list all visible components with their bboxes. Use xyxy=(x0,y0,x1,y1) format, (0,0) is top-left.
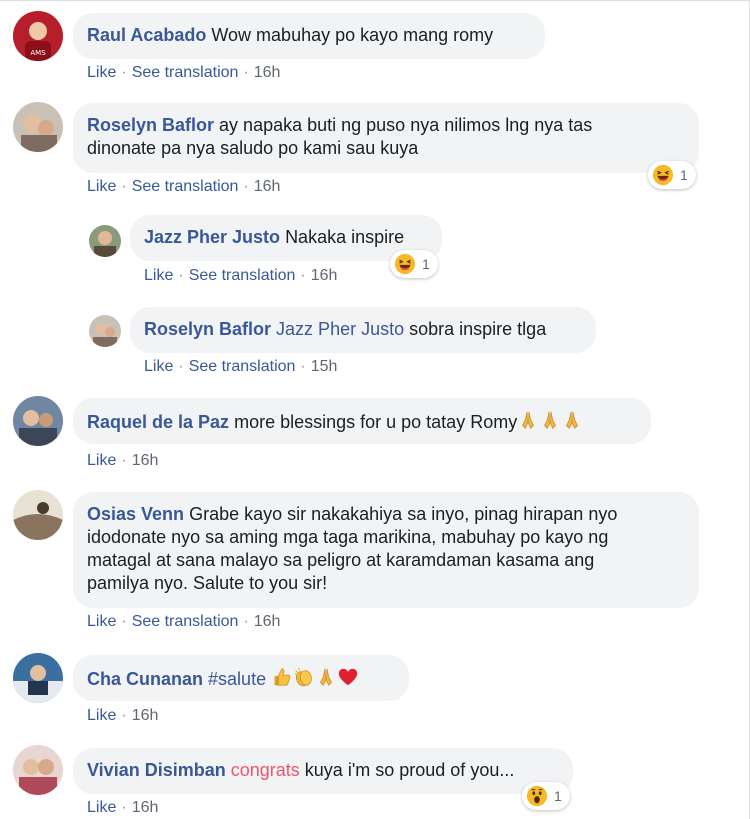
like-button[interactable]: Like xyxy=(87,178,116,195)
comment-timestamp[interactable]: 16h xyxy=(311,267,338,284)
comment-author[interactable]: Roselyn Baflor xyxy=(87,115,214,135)
separator: · xyxy=(243,64,249,81)
like-button[interactable]: Like xyxy=(87,452,116,469)
comment-text: pamilya nyo. Salute to you sir! xyxy=(87,573,328,593)
comment-author[interactable]: Jazz Pher Justo xyxy=(144,227,280,247)
reaction-badge[interactable]: 1 xyxy=(648,161,696,189)
comment-author[interactable]: Raul Acabado xyxy=(87,25,206,45)
see-translation-link[interactable]: See translation xyxy=(189,358,296,375)
thumbs-up-emoji xyxy=(271,666,293,688)
comment-text: kuya i'm so proud of you... xyxy=(304,760,515,780)
comment-author[interactable]: Osias Venn xyxy=(87,504,184,524)
haha-wow-icon xyxy=(652,164,674,186)
comment-author[interactable]: Roselyn Baflor xyxy=(144,319,271,339)
comment-actions: Like · 16h xyxy=(87,452,158,470)
separator: · xyxy=(178,358,184,375)
separator: · xyxy=(300,358,306,375)
comment-text: idodonate nyo sa aming mga taga marikina… xyxy=(87,527,609,547)
clapping-hands-emoji xyxy=(293,666,315,688)
separator: · xyxy=(121,178,127,195)
comment-actions: Like · See translation · 16h xyxy=(87,64,280,82)
comment-actions: Like · 16h xyxy=(87,707,158,725)
separator: · xyxy=(300,267,306,284)
see-translation-link[interactable]: See translation xyxy=(132,613,239,630)
wow-icon xyxy=(526,785,548,807)
reaction-count: 1 xyxy=(554,788,562,804)
comment-actions: Like · See translation · 15h xyxy=(144,358,337,376)
comment-timestamp[interactable]: 16h xyxy=(254,613,281,630)
mention-link[interactable]: Jazz Pher Justo xyxy=(276,319,404,339)
comment-text: Grabe kayo sir nakakahiya sa inyo, pinag… xyxy=(189,504,618,524)
like-button[interactable]: Like xyxy=(144,267,173,284)
comment-text: ay napaka buti ng puso nya nilimos lng n… xyxy=(219,115,593,135)
separator: · xyxy=(243,178,249,195)
separator: · xyxy=(121,707,127,724)
avatar[interactable] xyxy=(89,315,121,347)
highlighted-word[interactable]: congrats xyxy=(231,760,300,780)
comment-author[interactable]: Vivian Disimban xyxy=(87,760,226,780)
comment-timestamp[interactable]: 16h xyxy=(254,178,281,195)
like-button[interactable]: Like xyxy=(87,707,116,724)
avatar[interactable]: AMS xyxy=(13,11,63,61)
reaction-badge[interactable]: 1 xyxy=(390,250,438,278)
comment-timestamp[interactable]: 16h xyxy=(132,452,159,469)
folded-hands-emoji xyxy=(517,409,539,431)
like-button[interactable]: Like xyxy=(144,358,173,375)
hashtag-link[interactable]: #salute xyxy=(208,669,266,689)
comment-text: dinonate pa nya saludo po kami sau kuya xyxy=(87,138,419,158)
comment-timestamp[interactable]: 16h xyxy=(254,64,281,81)
avatar[interactable] xyxy=(13,102,63,152)
separator: · xyxy=(121,799,127,816)
avatar[interactable] xyxy=(89,225,121,257)
separator: · xyxy=(121,64,127,81)
comment-actions: Like · 16h xyxy=(87,799,158,817)
comment-timestamp[interactable]: 15h xyxy=(311,358,338,375)
avatar[interactable] xyxy=(13,745,63,795)
comment-timestamp[interactable]: 16h xyxy=(132,707,159,724)
comment-timestamp[interactable]: 16h xyxy=(132,799,159,816)
svg-text:AMS: AMS xyxy=(30,49,46,57)
comment-bubble: Roselyn Baflor Jazz Pher Justo sobra ins… xyxy=(130,307,596,353)
like-button[interactable]: Like xyxy=(87,613,116,630)
separator: · xyxy=(178,267,184,284)
separator: · xyxy=(243,613,249,630)
red-heart-emoji xyxy=(337,666,359,688)
see-translation-link[interactable]: See translation xyxy=(132,178,239,195)
comment-bubble: Raquel de la Paz more blessings for u po… xyxy=(73,398,651,444)
comment-bubble: Vivian Disimban congrats kuya i'm so pro… xyxy=(73,748,573,794)
haha-wow-icon xyxy=(394,253,416,275)
comment-actions: Like · See translation · 16h xyxy=(87,613,280,631)
comment-text: Nakaka inspire xyxy=(285,227,405,247)
folded-hands-emoji xyxy=(315,666,337,688)
comment-actions: Like · See translation · 16h xyxy=(144,267,337,285)
reaction-count: 1 xyxy=(422,256,430,272)
like-button[interactable]: Like xyxy=(87,799,116,816)
reaction-count: 1 xyxy=(680,167,688,183)
separator: · xyxy=(121,452,127,469)
see-translation-link[interactable]: See translation xyxy=(189,267,296,284)
folded-hands-emoji xyxy=(539,409,561,431)
reaction-badge[interactable]: 1 xyxy=(522,782,570,810)
folded-hands-emoji xyxy=(561,409,583,431)
comment-text: sobra inspire tlga xyxy=(409,319,547,339)
comment-bubble: Roselyn Baflor ay napaka buti ng puso ny… xyxy=(73,103,699,173)
separator: · xyxy=(121,613,127,630)
comment-author[interactable]: Cha Cunanan xyxy=(87,669,203,689)
comment-bubble: Osias Venn Grabe kayo sir nakakahiya sa … xyxy=(73,492,699,608)
comment-actions: Like · See translation · 16h xyxy=(87,178,280,196)
comment-bubble: Raul Acabado Wow mabuhay po kayo mang ro… xyxy=(73,13,545,59)
comment-author[interactable]: Raquel de la Paz xyxy=(87,412,229,432)
like-button[interactable]: Like xyxy=(87,64,116,81)
comment-bubble: Cha Cunanan #salute xyxy=(73,655,409,701)
comment-text: more blessings for u po tatay Romy xyxy=(234,412,518,432)
comment-text: Wow mabuhay po kayo mang romy xyxy=(211,25,494,45)
avatar[interactable] xyxy=(13,653,63,703)
comment-text: matagal at sana malayo sa peligro at kar… xyxy=(87,550,595,570)
avatar[interactable] xyxy=(13,490,63,540)
see-translation-link[interactable]: See translation xyxy=(132,64,239,81)
avatar[interactable] xyxy=(13,396,63,446)
